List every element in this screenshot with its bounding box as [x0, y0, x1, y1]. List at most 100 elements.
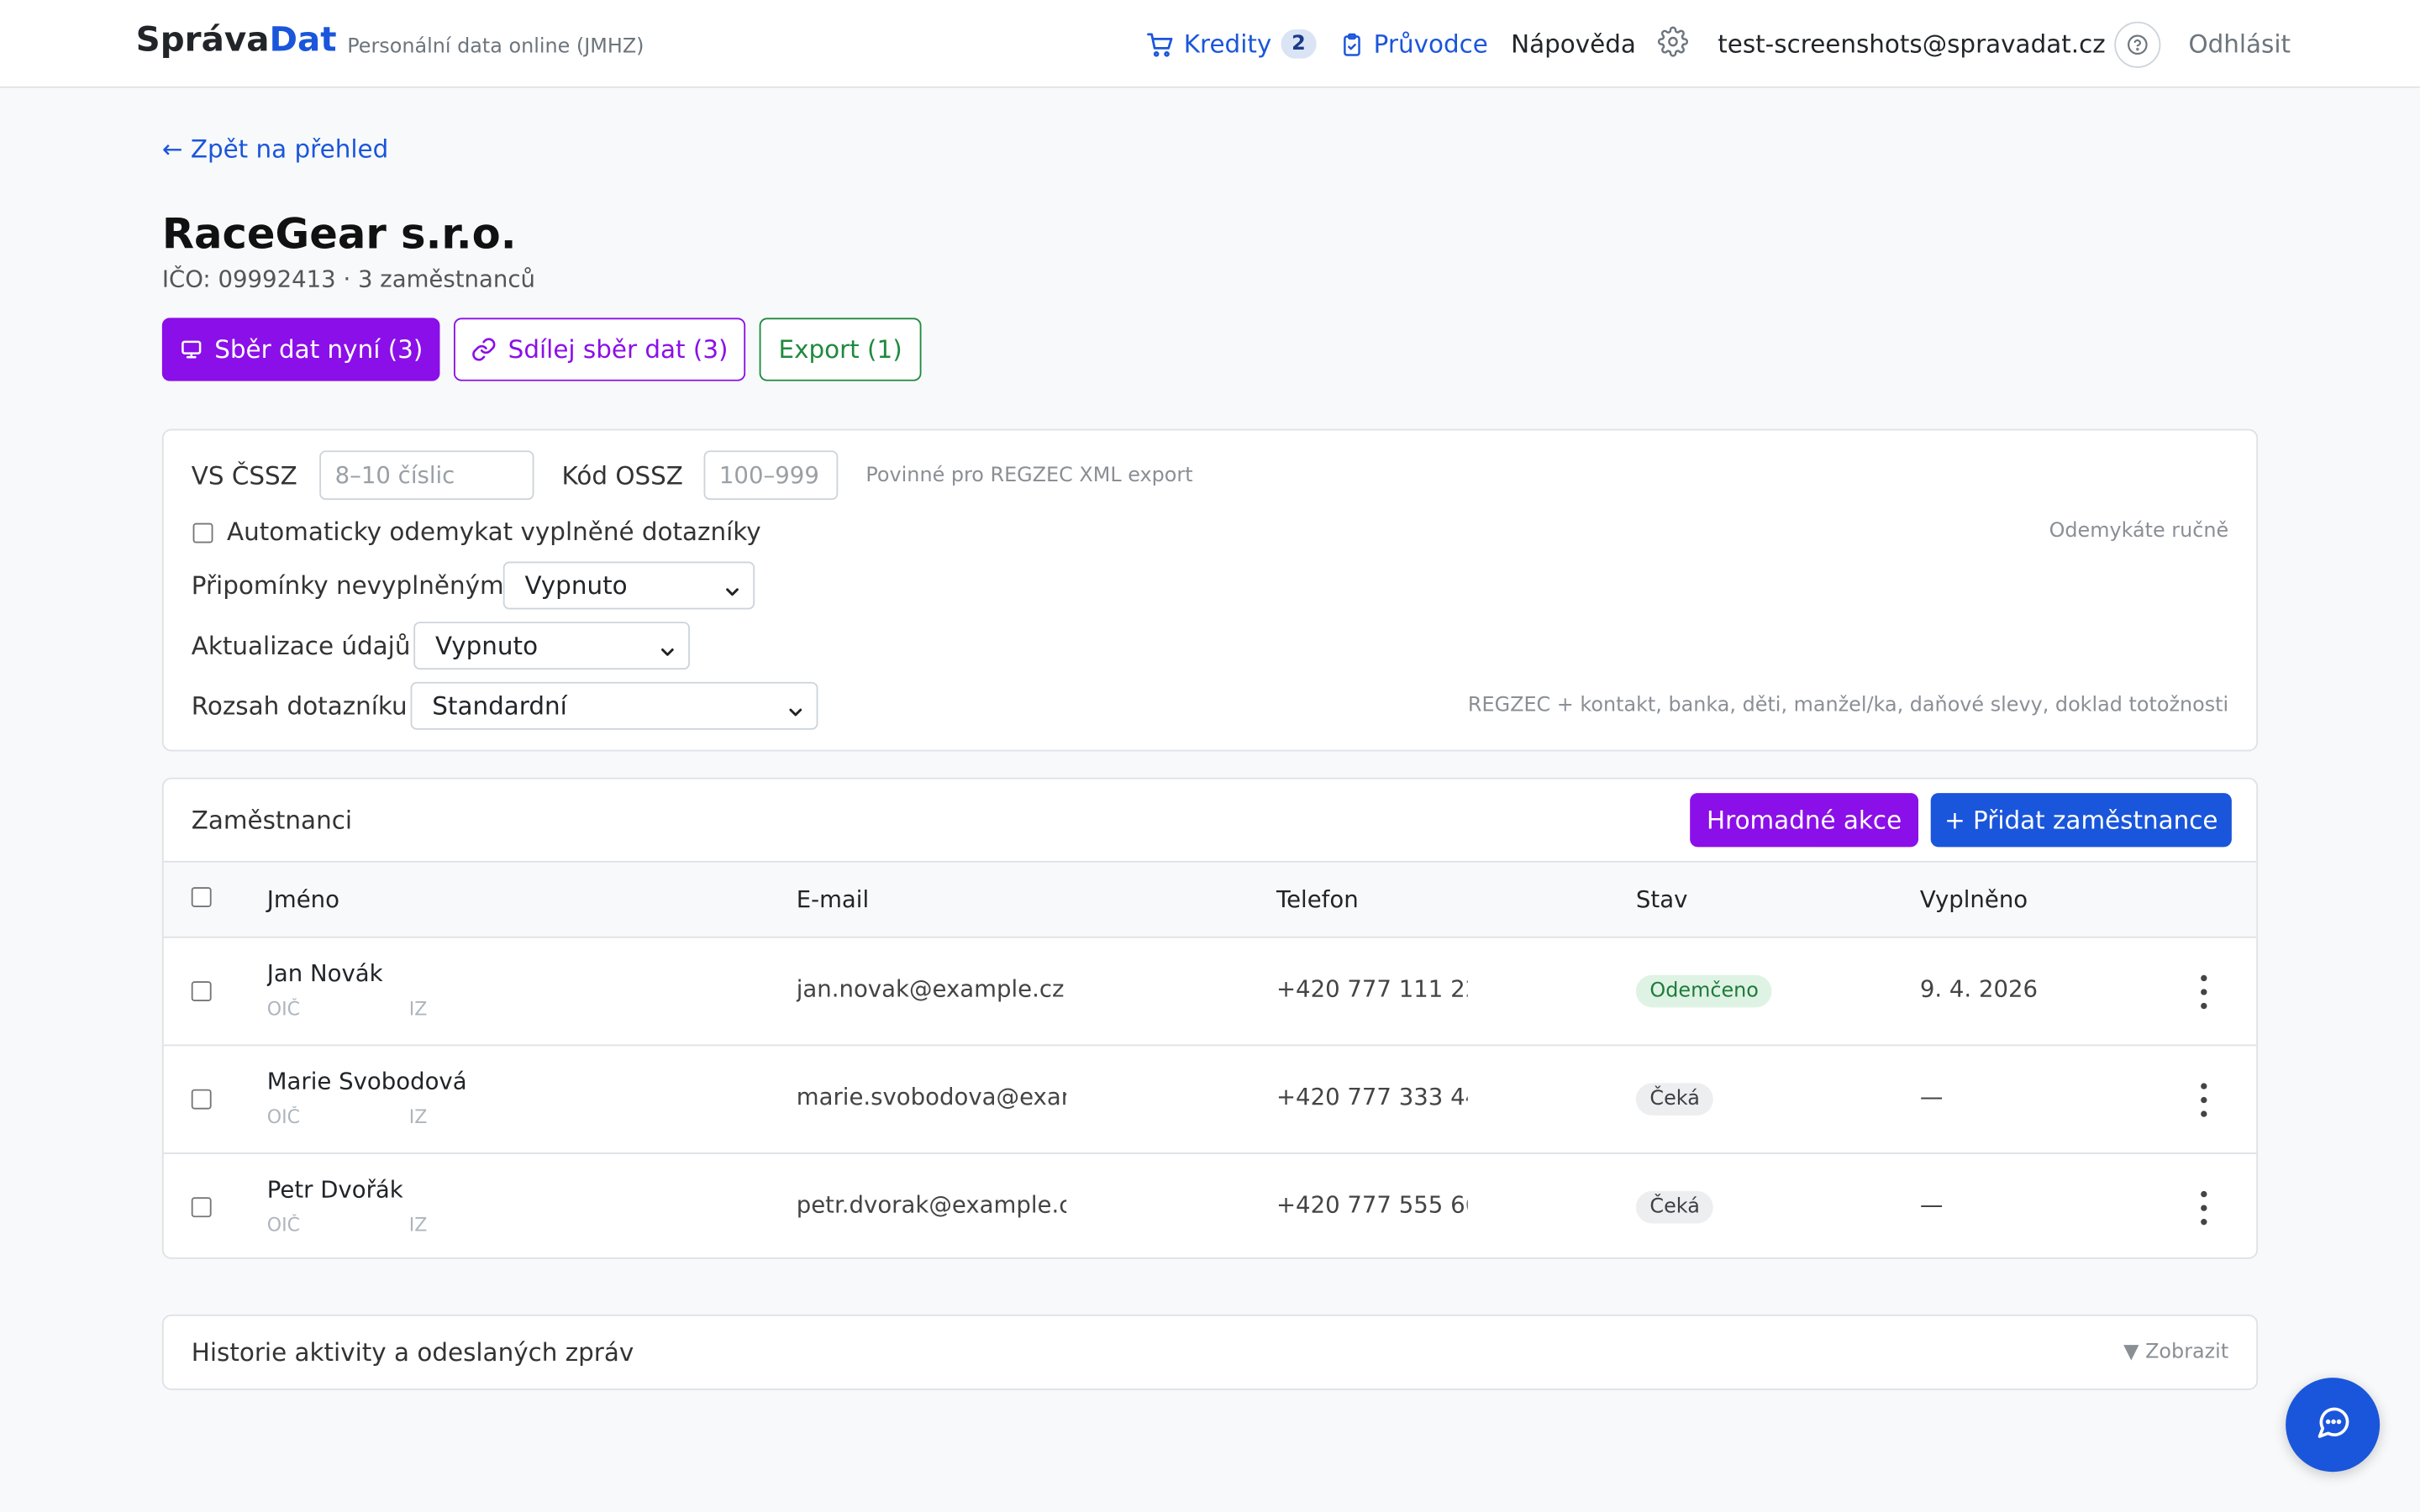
employee-iz: IZ — [408, 1105, 428, 1128]
employees-title: Zaměstnanci — [191, 805, 353, 835]
updates-selected-value: Vypnuto — [434, 631, 539, 661]
app-root: SprávaDat Personální data online (JMHZ) … — [0, 0, 2420, 1512]
kebab-menu-icon[interactable] — [2191, 1190, 2216, 1226]
kebab-menu-icon[interactable] — [2191, 1083, 2216, 1117]
share-data-collection-label: Sdílej sběr dat (3) — [508, 334, 729, 365]
regzec-required-hint: Povinné pro REGZEC XML export — [865, 464, 1193, 488]
credits-link[interactable]: Kredity 2 — [1145, 0, 1317, 88]
settings-link[interactable] — [1657, 0, 1689, 88]
column-header-filled[interactable]: Vyplněno — [1920, 885, 2028, 913]
employee-oic: OIČ — [266, 1105, 301, 1128]
employee-filled-date: 9. 4. 2026 — [1919, 974, 2039, 1003]
share-data-collection-button[interactable]: Sdílej sběr dat (3) — [453, 318, 746, 381]
row-checkbox[interactable] — [191, 1197, 212, 1218]
employee-oic: OIČ — [266, 998, 301, 1021]
add-employee-button[interactable]: + Přidat zaměstnance — [1930, 793, 2232, 848]
employee-name[interactable]: Marie Svobodová — [267, 1068, 467, 1095]
credits-count-badge: 2 — [1281, 29, 1317, 59]
status-badge: Čeká — [1635, 1190, 1714, 1224]
clipboard-check-icon — [1339, 30, 1364, 58]
reminders-selected-value: Vypnuto — [524, 570, 628, 601]
credits-label: Kredity — [1183, 29, 1272, 59]
logout-link[interactable]: Odhlásit — [2188, 0, 2291, 88]
row-checkbox[interactable] — [191, 981, 212, 1002]
scope-selected-value: Standardní — [432, 690, 567, 721]
employee-email: marie.svobodova@example.cz — [796, 1083, 1066, 1111]
column-header-email[interactable]: E-mail — [797, 885, 869, 913]
back-to-overview-link[interactable]: ← Zpět na přehled — [162, 134, 388, 164]
activity-history-toggle[interactable]: ▼ Zobrazit — [2123, 1341, 2228, 1364]
vs-cssz-label: VS ČSSZ — [191, 461, 297, 491]
select-all-checkbox[interactable] — [191, 887, 212, 907]
export-button[interactable]: Export (1) — [759, 318, 922, 381]
company-meta: IČO: 09992413 · 3 zaměstnanců — [161, 265, 535, 293]
activity-history-card[interactable]: Historie aktivity a odeslaných zpráv ▼ Z… — [161, 1314, 2259, 1390]
top-navbar: SprávaDat Personální data online (JMHZ) … — [0, 0, 2420, 88]
chevron-down-icon — [723, 577, 740, 606]
column-header-phone[interactable]: Telefon — [1276, 885, 1359, 913]
ossz-code-label: Kód OSSZ — [561, 461, 683, 491]
page-title: RaceGear s.r.o. — [161, 211, 517, 260]
status-badge: Odemčeno — [1635, 974, 1773, 1008]
cart-icon — [1145, 30, 1175, 58]
updates-label: Aktualizace údajů — [191, 631, 411, 661]
employee-name[interactable]: Petr Dvořák — [267, 1176, 403, 1204]
logout-label: Odhlásit — [2188, 29, 2291, 59]
help-circle-icon — [2114, 20, 2161, 67]
table-row[interactable]: Marie Svobodová OIČ IZ marie.svobodova@e… — [163, 1046, 2257, 1154]
reminders-select[interactable]: Vypnuto — [502, 561, 755, 610]
link-icon — [471, 336, 497, 362]
help-label: Nápověda — [1511, 29, 1636, 59]
chevron-down-icon — [659, 638, 676, 667]
brand-logo[interactable]: SprávaDat — [136, 22, 337, 60]
table-header: Jméno E-mail Telefon Stav Vyplněno — [163, 860, 2257, 938]
employee-filled-date: — — [1919, 1083, 1944, 1111]
table-row[interactable]: Jan Novák OIČ IZ jan.novak@example.cz +4… — [163, 938, 2257, 1047]
vs-cssz-input[interactable] — [319, 450, 534, 501]
status-badge: Čeká — [1635, 1083, 1714, 1116]
settings-card: VS ČSSZ Kód OSSZ Povinné pro REGZEC XML … — [161, 428, 2259, 752]
reminders-label: Připomínky nevyplněným — [191, 570, 504, 601]
user-email: test-screenshots@spravadat.cz — [1718, 0, 2105, 88]
auto-unlock-label: Automaticky odemykat vyplněné dotazníky — [226, 517, 761, 547]
column-header-name[interactable]: Jméno — [267, 885, 339, 913]
gear-icon — [1657, 25, 1689, 62]
employee-phone: +420 777 555 666 — [1276, 1190, 1468, 1219]
guide-link[interactable]: Průvodce — [1339, 0, 1488, 88]
row-checkbox[interactable] — [191, 1089, 212, 1110]
brand-name-part1: Správa — [135, 21, 270, 60]
collect-data-now-button[interactable]: Sběr dat nyní (3) — [161, 318, 440, 381]
auto-unlock-hint: Odemykáte ručně — [2049, 519, 2229, 543]
employee-email: petr.dvorak@example.cz — [796, 1190, 1067, 1219]
updates-select[interactable]: Vypnuto — [413, 622, 691, 670]
chat-icon — [2314, 1403, 2351, 1446]
employee-email: jan.novak@example.cz — [796, 974, 1065, 1003]
activity-history-title: Historie aktivity a odeslaných zpráv — [191, 1337, 634, 1368]
guide-label: Průvodce — [1373, 29, 1488, 59]
scope-label: Rozsah dotazníku — [191, 690, 408, 721]
export-label: Export (1) — [778, 334, 902, 365]
employee-phone: +420 777 111 222 — [1276, 974, 1468, 1003]
bulk-actions-button[interactable]: Hromadné akce — [1690, 793, 1919, 848]
employee-name[interactable]: Jan Novák — [267, 959, 383, 987]
ossz-code-input[interactable] — [703, 450, 839, 501]
scope-select[interactable]: Standardní — [410, 681, 818, 730]
auto-unlock-checkbox[interactable] — [192, 522, 213, 543]
employee-oic: OIČ — [266, 1214, 301, 1236]
monitor-icon — [179, 338, 203, 361]
employee-iz: IZ — [408, 1214, 428, 1236]
employee-phone: +420 777 333 444 — [1276, 1083, 1468, 1111]
table-row[interactable]: Petr Dvořák OIČ IZ petr.dvorak@example.c… — [164, 1154, 2257, 1257]
user-email-text: test-screenshots@spravadat.cz — [1718, 29, 2106, 59]
help-link[interactable]: Nápověda — [1511, 0, 1636, 88]
brand-subtitle: Personální data online (JMHZ) — [347, 35, 644, 59]
employees-card: Zaměstnanci Hromadné akce + Přidat zaměs… — [161, 777, 2259, 1259]
column-header-status[interactable]: Stav — [1636, 885, 1688, 913]
chat-button[interactable] — [2286, 1378, 2381, 1473]
brand-name-part2: Dat — [269, 21, 337, 60]
employee-iz: IZ — [408, 998, 428, 1021]
employee-filled-date: — — [1919, 1190, 1944, 1219]
kebab-menu-icon[interactable] — [2191, 974, 2216, 1010]
scope-hint: REGZEC + kontakt, banka, děti, manžel/ka… — [1467, 694, 2229, 718]
help-circle-button[interactable] — [2114, 0, 2161, 88]
